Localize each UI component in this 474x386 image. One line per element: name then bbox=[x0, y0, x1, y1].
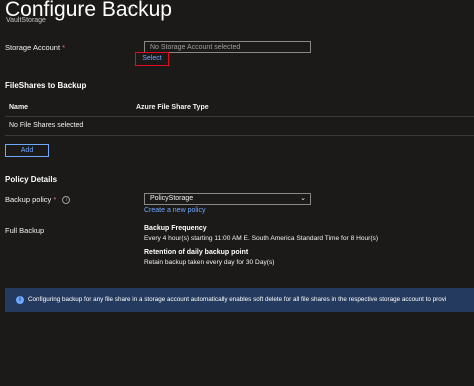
full-backup-label: Full Backup bbox=[5, 226, 45, 235]
more-options-button[interactable]: ··· bbox=[126, 2, 140, 14]
create-policy-link[interactable]: Create a new policy bbox=[144, 207, 205, 214]
backup-policy-label-text: Backup policy bbox=[5, 195, 52, 204]
retention-text: Retain backup taken every day for 30 Day… bbox=[144, 259, 275, 266]
select-storage-account-link[interactable]: Select bbox=[135, 52, 169, 66]
page-subtitle: VaultStorage bbox=[6, 17, 46, 24]
required-marker: * bbox=[53, 195, 57, 204]
column-header-name: Name bbox=[9, 104, 29, 111]
policy-details-heading: Policy Details bbox=[5, 175, 58, 184]
empty-table-message: No File Shares selected bbox=[9, 122, 84, 129]
backup-frequency-title: Backup Frequency bbox=[144, 225, 207, 232]
storage-account-field[interactable]: No Storage Account selected bbox=[144, 41, 311, 53]
chevron-down-icon: ⌄ bbox=[300, 195, 306, 202]
backup-frequency-text: Every 4 hour(s) starting 11:00 AM E. Sou… bbox=[144, 235, 379, 242]
storage-account-label-text: Storage Account bbox=[5, 43, 61, 52]
column-header-type: Azure File Share Type bbox=[136, 104, 209, 111]
backup-policy-label: Backup policy * i bbox=[5, 195, 71, 205]
storage-account-label: Storage Account * bbox=[5, 43, 65, 52]
retention-title: Retention of daily backup point bbox=[144, 249, 249, 256]
backup-policy-selected-value: PolicyStorage bbox=[150, 195, 194, 202]
info-icon: i bbox=[16, 296, 24, 304]
add-fileshare-button[interactable]: Add bbox=[5, 144, 49, 157]
info-icon[interactable]: i bbox=[62, 196, 71, 205]
table-row-divider bbox=[5, 135, 474, 136]
fileshares-heading: FileShares to Backup bbox=[5, 81, 87, 90]
backup-policy-dropdown[interactable]: PolicyStorage ⌄ bbox=[144, 193, 311, 205]
required-marker: * bbox=[62, 43, 66, 52]
info-banner-text: Configuring backup for any file share in… bbox=[28, 296, 447, 303]
info-banner: i Configuring backup for any file share … bbox=[5, 288, 474, 312]
table-header-divider bbox=[5, 116, 474, 117]
